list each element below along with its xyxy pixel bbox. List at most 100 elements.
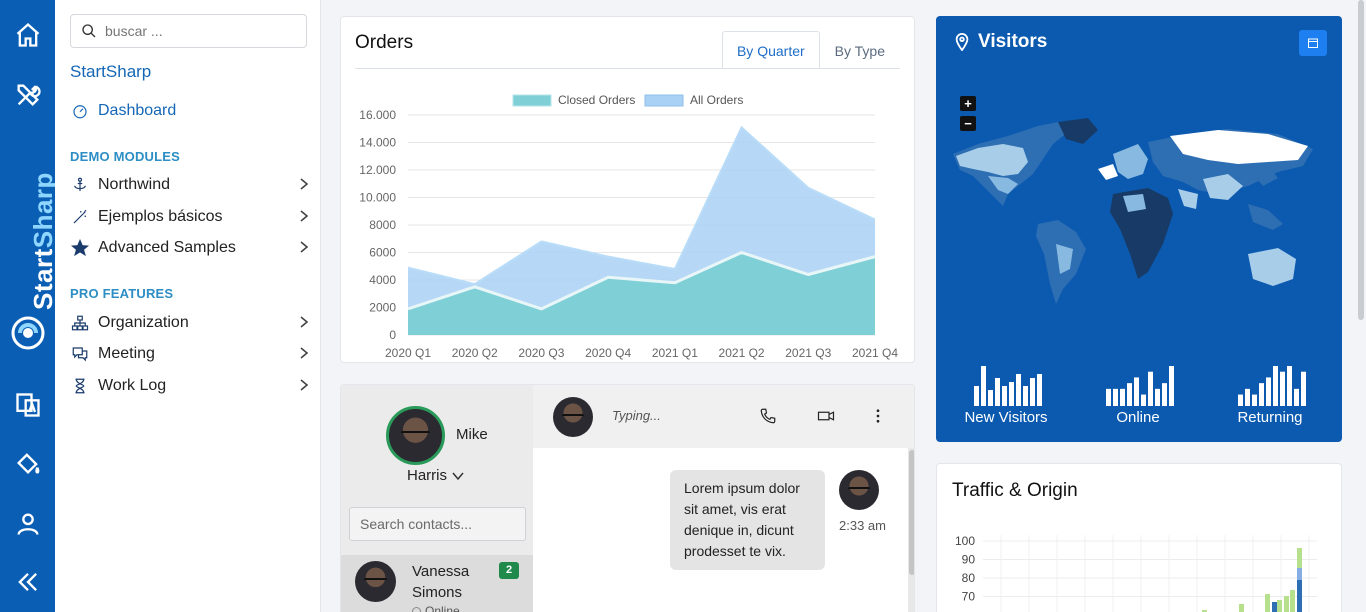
comments-icon (70, 344, 90, 364)
world-map[interactable] (948, 114, 1328, 314)
spark-bar (1030, 378, 1035, 406)
menu-item-label: Work Log (98, 377, 167, 394)
menu-item-label: Ejemplos básicos (98, 208, 223, 225)
contact-status: Online (412, 604, 460, 612)
spark-bar (1009, 382, 1014, 406)
tools-icon[interactable] (0, 75, 55, 115)
x-tick-label: 2021 Q2 (719, 346, 765, 360)
typing-indicator: Typing... (612, 408, 661, 423)
map-zoom-in-button[interactable]: + (960, 96, 976, 111)
traffic-bar (1265, 594, 1270, 612)
visitors-card: Visitors + − New Visitors Online Returni… (936, 16, 1342, 442)
menu-search-input[interactable] (105, 23, 295, 39)
brand-text-sharp: Sharp (28, 172, 58, 249)
chevron-right-icon (298, 209, 310, 223)
wand-icon (70, 207, 90, 227)
spark-bar (1016, 374, 1021, 406)
paint-bucket-icon[interactable] (0, 443, 55, 483)
calendar-button[interactable] (1299, 30, 1327, 56)
spark-bar (1259, 383, 1264, 406)
status-dot-icon (412, 606, 421, 612)
spark-bar (1106, 388, 1111, 406)
more-vertical-icon[interactable] (869, 407, 887, 425)
spark-bar (1127, 383, 1132, 406)
orders-tabs: By Quarter By Type (721, 31, 900, 69)
menu-item-meeting[interactable]: Meeting (70, 341, 310, 367)
calendar-icon (1308, 38, 1318, 48)
message-bubble: Lorem ipsum dolor sit amet, vis erat den… (670, 470, 825, 570)
menu-item-organization[interactable]: Organization (70, 310, 310, 336)
menu-item-label: Northwind (98, 176, 171, 193)
chat-header: Typing... (533, 385, 914, 448)
traffic-bar (1297, 580, 1302, 612)
spark-bar (981, 366, 986, 406)
traffic-chart: 100 90 80 70 (955, 534, 1317, 612)
search-icon (82, 24, 96, 38)
spark-bar (1301, 371, 1306, 406)
spark-bar (1280, 371, 1285, 406)
y-tick-label: 12.000 (359, 163, 396, 177)
chat-scrollbar[interactable] (908, 448, 914, 612)
orders-card: Orders By Quarter By Type 0 2000 4000 6000 8… (340, 16, 915, 363)
brand-text-start: Start (28, 248, 58, 310)
collapse-icon[interactable] (0, 562, 55, 602)
side-menu: StartSharp Dashboard DEMO MODULES Northw… (55, 0, 321, 612)
legend-label: Closed Orders (558, 93, 635, 107)
message-time: 2:33 am (839, 518, 886, 533)
app-name[interactable]: StartSharp (70, 62, 151, 82)
spark-bar (1134, 377, 1139, 406)
spark-bar (1155, 388, 1160, 406)
message-avatar (839, 470, 879, 510)
traffic-bar (1290, 590, 1295, 612)
spark-label-new: New Visitors (964, 409, 1048, 426)
legend-swatch (512, 94, 552, 107)
spark-bar (1113, 388, 1118, 406)
spark-bar (974, 386, 979, 406)
visitors-title-text: Visitors (978, 31, 1048, 52)
spark-bar (1245, 388, 1250, 406)
anchor-icon (70, 175, 90, 195)
menu-item-worklog[interactable]: Work Log (70, 373, 310, 399)
menu-item-ejemplos[interactable]: Ejemplos básicos (70, 204, 310, 230)
x-tick-label: 2021 Q1 (652, 346, 698, 360)
user-menu[interactable]: Harris (407, 467, 464, 484)
menu-item-dashboard[interactable]: Dashboard (70, 98, 310, 124)
contact-search-input[interactable]: Search contacts... (349, 507, 526, 541)
spark-bar (1252, 394, 1257, 406)
spark-bar (995, 378, 1000, 406)
page-scrollbar[interactable] (1358, 0, 1364, 320)
spark-bar (1120, 388, 1125, 406)
x-tick-label: 2021 Q3 (785, 346, 831, 360)
tab-by-type[interactable]: By Type (820, 31, 900, 69)
hourglass-icon (70, 376, 90, 396)
y-tick-label: 0 (389, 328, 396, 342)
translate-icon[interactable] (0, 385, 55, 425)
y-tick-label: 100 (955, 534, 975, 548)
y-tick-label: 70 (962, 590, 976, 604)
spark-bar (1162, 383, 1167, 406)
menu-item-label: Advanced Samples (98, 239, 236, 256)
x-tick-label: 2020 Q4 (585, 346, 631, 360)
y-tick-label: 90 (962, 553, 976, 567)
tab-by-quarter[interactable]: By Quarter (721, 31, 820, 69)
chat-card: Mike Harris Search contacts... Vanessa S… (340, 384, 915, 612)
icon-rail: StartSharp (0, 0, 58, 612)
orders-area-chart: 0 2000 4000 6000 8000 10.000 12.000 14.000 16.00… (359, 93, 898, 360)
traffic-title: Traffic & Origin (952, 480, 1078, 501)
menu-search[interactable] (70, 14, 307, 48)
menu-item-northwind[interactable]: Northwind (70, 172, 310, 198)
spark-bar (1002, 386, 1007, 406)
phone-icon[interactable] (759, 407, 777, 425)
video-camera-icon[interactable] (817, 407, 835, 425)
chevron-right-icon (298, 177, 310, 191)
spark-bar (1141, 394, 1146, 406)
user-icon[interactable] (0, 504, 55, 544)
home-icon[interactable] (0, 15, 55, 55)
menu-item-advanced[interactable]: Advanced Samples (70, 235, 310, 261)
visitor-sparklines (974, 366, 1306, 406)
tab-divider (355, 68, 900, 69)
user-avatar[interactable] (386, 406, 445, 465)
y-tick-label: 80 (962, 571, 976, 585)
org-chart-icon (70, 313, 90, 333)
menu-item-label: Organization (98, 314, 189, 331)
